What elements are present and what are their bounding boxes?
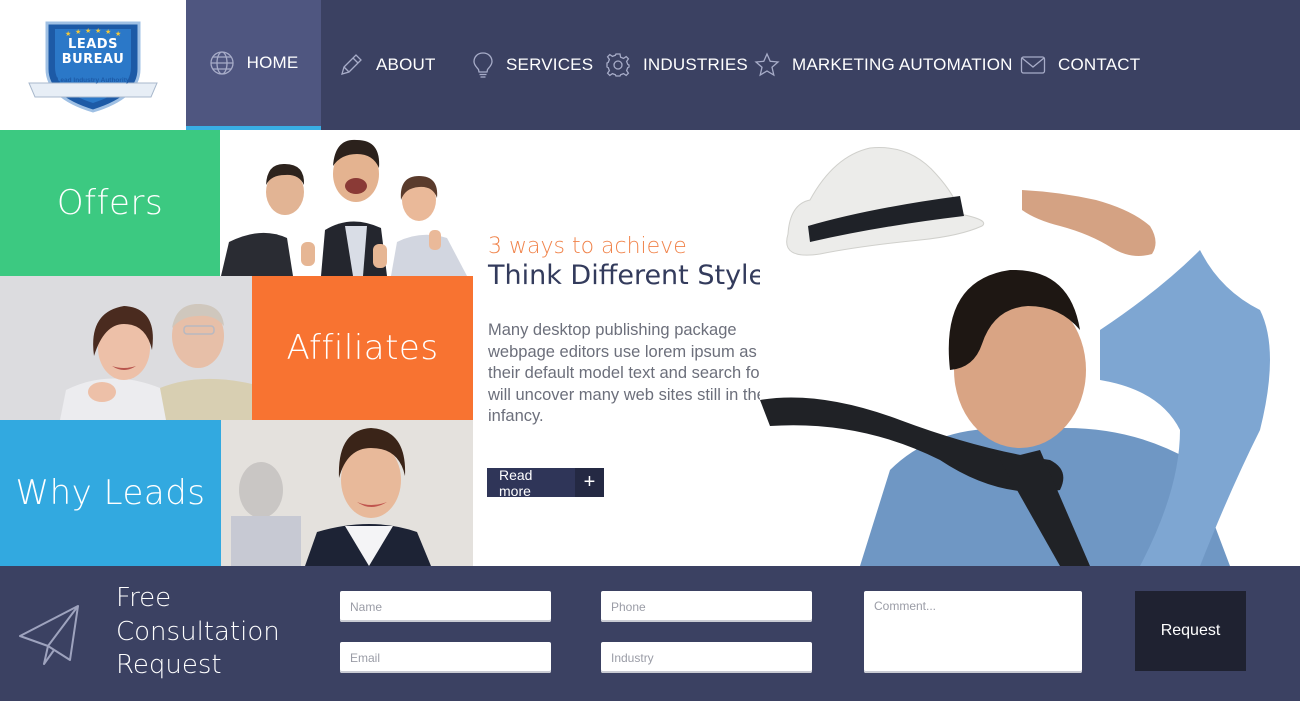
svg-text:★: ★: [105, 28, 111, 36]
request-button[interactable]: Request: [1135, 591, 1246, 671]
business-couple-photo: [0, 276, 252, 420]
gear-icon: [605, 52, 643, 78]
logo-line2: BUREAU: [61, 52, 125, 67]
logo-line1: LEADS: [68, 37, 118, 52]
logo-tagline: Lead Industry Authority: [56, 77, 130, 84]
plus-icon: +: [575, 468, 604, 497]
nav-item-contact[interactable]: CONTACT: [1020, 0, 1140, 130]
nav-label-services: SERVICES: [506, 55, 594, 74]
svg-text:★: ★: [85, 27, 91, 35]
man-throwing-hat-photo: [760, 130, 1300, 566]
nav-label-contact: CONTACT: [1058, 55, 1141, 74]
consultation-title-line2: Consultation: [116, 616, 280, 647]
star-icon: [754, 52, 792, 78]
read-more-label: Read more: [487, 467, 575, 499]
tile-offers-label: Offers: [56, 183, 164, 223]
lightbulb-icon: [472, 51, 506, 79]
consultation-title-line1: Free: [116, 583, 172, 613]
paper-plane-icon: [18, 602, 82, 671]
globe-icon: [209, 50, 247, 76]
tile-affiliates-label: Affiliates: [286, 328, 439, 368]
nav-label-home: HOME: [246, 53, 299, 72]
tile-offers[interactable]: Offers: [0, 130, 220, 276]
tile-affiliates[interactable]: Affiliates: [252, 276, 473, 420]
nav-item-about[interactable]: ABOUT: [338, 0, 436, 130]
comment-field[interactable]: [864, 591, 1082, 673]
name-field[interactable]: [340, 591, 551, 622]
nav-label-about: ABOUT: [376, 55, 436, 74]
main-nav: HOME ABOUT SERVICES INDUSTRIES MARKETING…: [186, 0, 1300, 130]
consultation-title: Free Consultation Request: [116, 582, 280, 683]
nav-item-services[interactable]: SERVICES: [472, 0, 593, 130]
email-field[interactable]: [340, 642, 551, 673]
industry-field[interactable]: [601, 642, 812, 673]
hero-title: Think Different Style: [488, 260, 766, 291]
tile-why-leads-label: Why Leads: [15, 473, 206, 513]
consultation-footer: Free Consultation Request Request: [0, 566, 1300, 701]
envelope-icon: [1020, 55, 1058, 75]
nav-label-industries: INDUSTRIES: [643, 55, 748, 74]
hero-body: Many desktop publishing package webpage …: [488, 321, 776, 426]
read-more-button[interactable]: Read more +: [487, 467, 604, 499]
tile-why-leads[interactable]: Why Leads: [0, 420, 221, 566]
svg-text:★: ★: [75, 28, 81, 36]
page: ★ ★ ★ ★ ★ ★ LEADS BUREAU Lead Industry Author…: [0, 0, 1300, 701]
team-thumbs-up-photo: [221, 130, 473, 276]
svg-text:★: ★: [95, 27, 101, 35]
pencil-icon: [338, 52, 376, 78]
nav-item-home[interactable]: HOME: [186, 0, 321, 130]
nav-label-marketing-automation: MARKETING AUTOMATION: [792, 55, 1013, 74]
phone-field[interactable]: [601, 591, 812, 622]
nav-item-industries[interactable]: INDUSTRIES: [605, 0, 748, 130]
smiling-woman-photo: [221, 420, 473, 566]
logo[interactable]: ★ ★ ★ ★ ★ ★ LEADS BUREAU Lead Industry Author…: [0, 0, 186, 130]
hero-subtitle: 3 ways to achieve: [488, 234, 687, 259]
nav-item-marketing-automation[interactable]: MARKETING AUTOMATION: [754, 0, 1013, 130]
consultation-title-line3: Request: [116, 650, 222, 680]
